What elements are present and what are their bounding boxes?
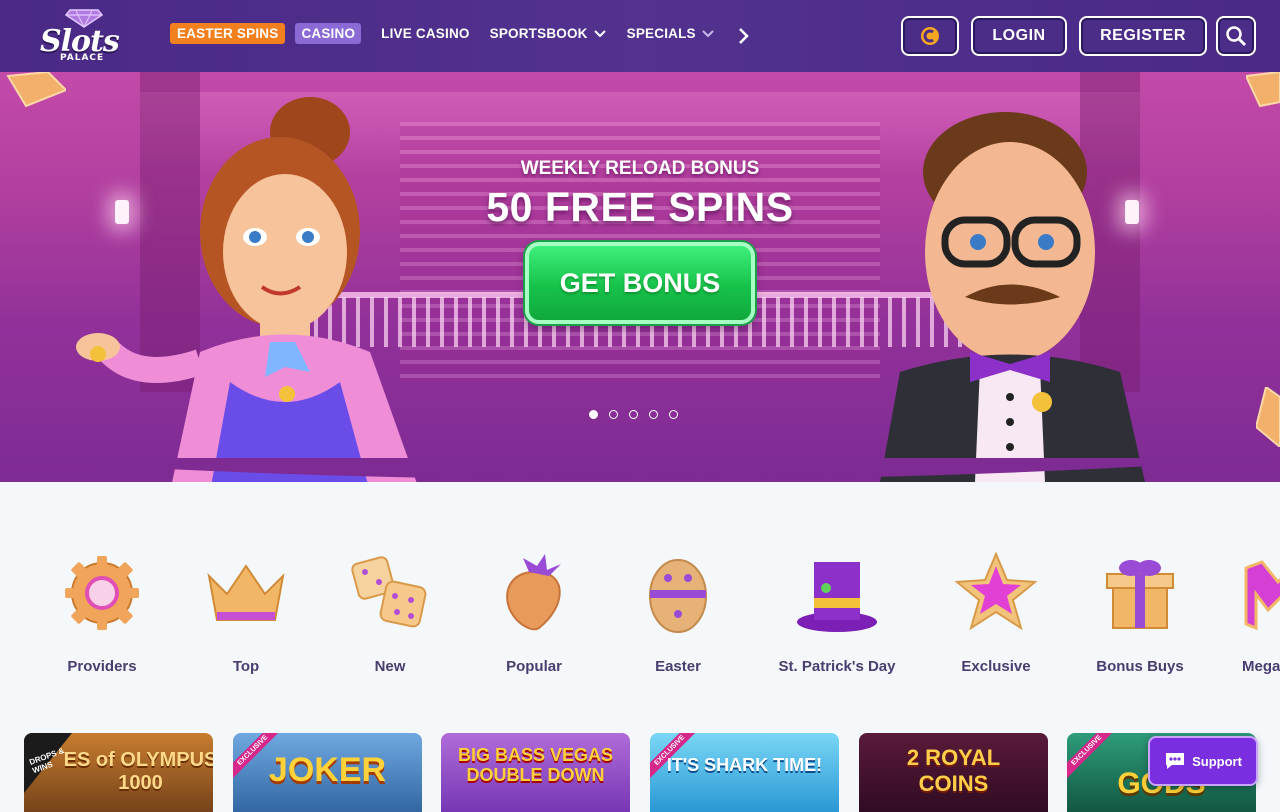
mega-icon xyxy=(1244,560,1280,631)
hero-title: 50 FREE SPINS xyxy=(486,184,794,230)
category-label: Easter xyxy=(655,658,701,675)
category-new[interactable]: New xyxy=(318,548,462,675)
category-label: Bonus Buys xyxy=(1096,658,1184,675)
category-label: Top xyxy=(232,658,260,675)
category-row: Providers Top New Popular Easter St. Pat… xyxy=(0,548,1280,688)
star-icon xyxy=(954,551,1038,631)
carousel-dot[interactable] xyxy=(629,410,638,419)
category-st-patricks-day[interactable]: St. Patrick's Day xyxy=(765,548,909,675)
dice-icon xyxy=(351,556,427,628)
chevron-down-icon xyxy=(702,29,714,37)
chat-bubble-icon xyxy=(1166,753,1185,769)
nav-specials-label: SPECIALS xyxy=(626,26,696,41)
nav-specials[interactable]: SPECIALS xyxy=(627,26,715,41)
gear-icon xyxy=(65,556,139,630)
support-button[interactable]: Support xyxy=(1148,736,1258,786)
game-title: BIG BASS VEGAS DOUBLE DOWN xyxy=(457,745,614,785)
chevron-right-icon[interactable] xyxy=(733,26,753,46)
hero-wave-divider xyxy=(0,458,1280,480)
slots-palace-logo[interactable]: Slots PALACE xyxy=(36,6,136,66)
category-exclusive[interactable]: Exclusive xyxy=(924,548,1068,675)
crown-icon xyxy=(207,564,285,621)
hero-subtitle: WEEKLY RELOAD BONUS xyxy=(520,158,760,179)
game-title: JOKER xyxy=(268,751,387,789)
category-popular[interactable]: Popular xyxy=(462,548,606,675)
top-navigation-bar: Slots PALACE EASTER SPINS CASINO LIVE CA… xyxy=(0,0,1280,72)
category-label: Mega xyxy=(1242,658,1280,675)
carousel-dot[interactable] xyxy=(669,410,678,419)
egg-icon xyxy=(649,559,707,633)
decorative-chip-icon xyxy=(1256,387,1280,447)
gift-icon xyxy=(1106,560,1174,629)
nav-sportsbook[interactable]: SPORTSBOOK xyxy=(490,26,607,41)
chevron-down-icon xyxy=(593,29,606,37)
category-easter[interactable]: Easter xyxy=(606,548,750,675)
hero-banner: WEEKLY RELOAD BONUS 50 FREE SPINS GET BO… xyxy=(0,72,1280,482)
support-label: Support xyxy=(1192,753,1242,769)
decorative-chip-icon xyxy=(1246,72,1280,108)
nav-casino[interactable]: CASINO xyxy=(295,23,362,44)
category-label: St. Patrick's Day xyxy=(778,658,896,675)
coin-button[interactable] xyxy=(901,16,959,56)
game-tile[interactable]: EXCLUSIVE JOKER xyxy=(233,733,422,812)
leprechaun-hat-icon xyxy=(797,562,877,632)
category-top[interactable]: Top xyxy=(174,548,318,675)
register-button[interactable]: REGISTER xyxy=(1079,16,1207,56)
game-tile[interactable]: 2 ROYAL COINS xyxy=(859,733,1048,812)
category-label: Popular xyxy=(506,658,562,675)
category-label: Providers xyxy=(67,658,137,675)
category-mega[interactable]: Mega xyxy=(1212,548,1280,675)
decorative-chip-icon xyxy=(6,72,66,108)
logo-subtitle: PALACE xyxy=(60,53,105,63)
nav-live-casino[interactable]: LIVE CASINO xyxy=(381,26,469,41)
coin-icon xyxy=(921,27,939,45)
concierge-woman-illustration xyxy=(76,97,417,482)
game-tile[interactable]: EXCLUSIVE IT'S SHARK TIME! xyxy=(650,733,839,812)
game-title: IT'S SHARK TIME! xyxy=(666,755,823,775)
nav-easter-spins[interactable]: EASTER SPINS xyxy=(170,23,286,44)
strawberry-icon xyxy=(506,554,561,631)
carousel-dot[interactable] xyxy=(589,410,598,419)
category-providers[interactable]: Providers xyxy=(30,548,174,675)
game-tile[interactable]: DROPS & WINS ES of OLYMPUS 1000 xyxy=(24,733,213,812)
get-bonus-button[interactable]: GET BONUS xyxy=(525,242,755,324)
category-label: Exclusive xyxy=(961,658,1031,675)
nav-sportsbook-label: SPORTSBOOK xyxy=(489,26,588,41)
main-nav: EASTER SPINS CASINO LIVE CASINO SPORTSBO… xyxy=(170,23,735,44)
login-button[interactable]: LOGIN xyxy=(971,16,1067,56)
game-title: 2 ROYAL COINS xyxy=(906,745,1001,796)
game-tile[interactable]: BIG BASS VEGAS DOUBLE DOWN xyxy=(441,733,630,812)
search-button[interactable] xyxy=(1216,16,1256,56)
carousel-dot[interactable] xyxy=(609,410,618,419)
search-icon xyxy=(1226,26,1247,47)
category-label: New xyxy=(374,658,406,675)
carousel-dot[interactable] xyxy=(649,410,658,419)
game-title: ES of OLYMPUS 1000 xyxy=(63,749,213,794)
carousel-dots xyxy=(589,410,689,419)
category-bonus-buys[interactable]: Bonus Buys xyxy=(1068,548,1212,675)
